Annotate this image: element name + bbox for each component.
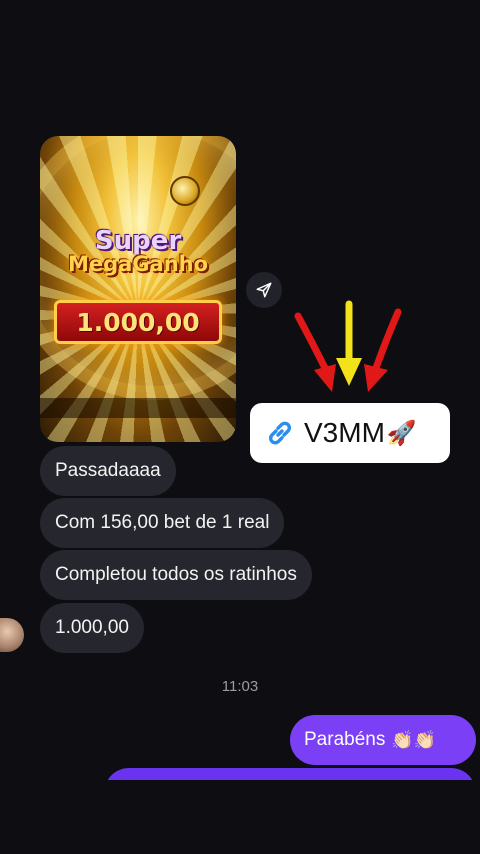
light-rays — [40, 136, 236, 442]
game-title-line2: MegaGanho — [67, 252, 209, 276]
avatar[interactable] — [0, 618, 24, 652]
game-title-line1: Super — [94, 226, 182, 256]
bottom-area — [0, 780, 480, 854]
chat-thread: Super MegaGanho 1.000,00 V3MM 🚀 Passadaa… — [0, 0, 480, 854]
message-timestamp: 11:03 — [221, 678, 259, 695]
message-bubble[interactable]: Com 156,00 bet de 1 real — [40, 498, 285, 548]
message-bubble[interactable]: Passadaaaa — [40, 446, 176, 496]
sent-message-bubble[interactable]: Parabéns 👏🏻👏🏻 — [290, 715, 476, 765]
red-arrow-right — [364, 308, 402, 392]
message-bubble[interactable]: 1.000,00 — [40, 603, 144, 653]
message-text: Completou todos os ratinhos — [55, 564, 297, 585]
message-text: Com 156,00 bet de 1 real — [55, 512, 270, 533]
link-icon — [268, 421, 292, 445]
game-title: Super MegaGanho — [40, 228, 236, 275]
clapping-emoji: 👏🏻👏🏻 — [391, 729, 437, 750]
coin-icon — [170, 176, 200, 206]
win-amount-banner: 1.000,00 — [54, 300, 222, 344]
win-amount: 1.000,00 — [76, 307, 200, 337]
message-text: 1.000,00 — [55, 617, 129, 638]
link-text: V3MM — [304, 417, 385, 448]
sent-message-text: Parabéns — [304, 729, 386, 750]
message-text: Passadaaaa — [55, 460, 161, 481]
share-button[interactable] — [246, 272, 282, 308]
send-icon — [256, 282, 272, 298]
shared-video-thumbnail[interactable]: Super MegaGanho 1.000,00 — [40, 136, 236, 442]
rocket-emoji: 🚀 — [386, 419, 417, 447]
game-control-bar — [40, 398, 236, 418]
message-bubble[interactable]: Completou todos os ratinhos — [40, 550, 312, 600]
link-sticker[interactable]: V3MM 🚀 — [250, 403, 450, 463]
